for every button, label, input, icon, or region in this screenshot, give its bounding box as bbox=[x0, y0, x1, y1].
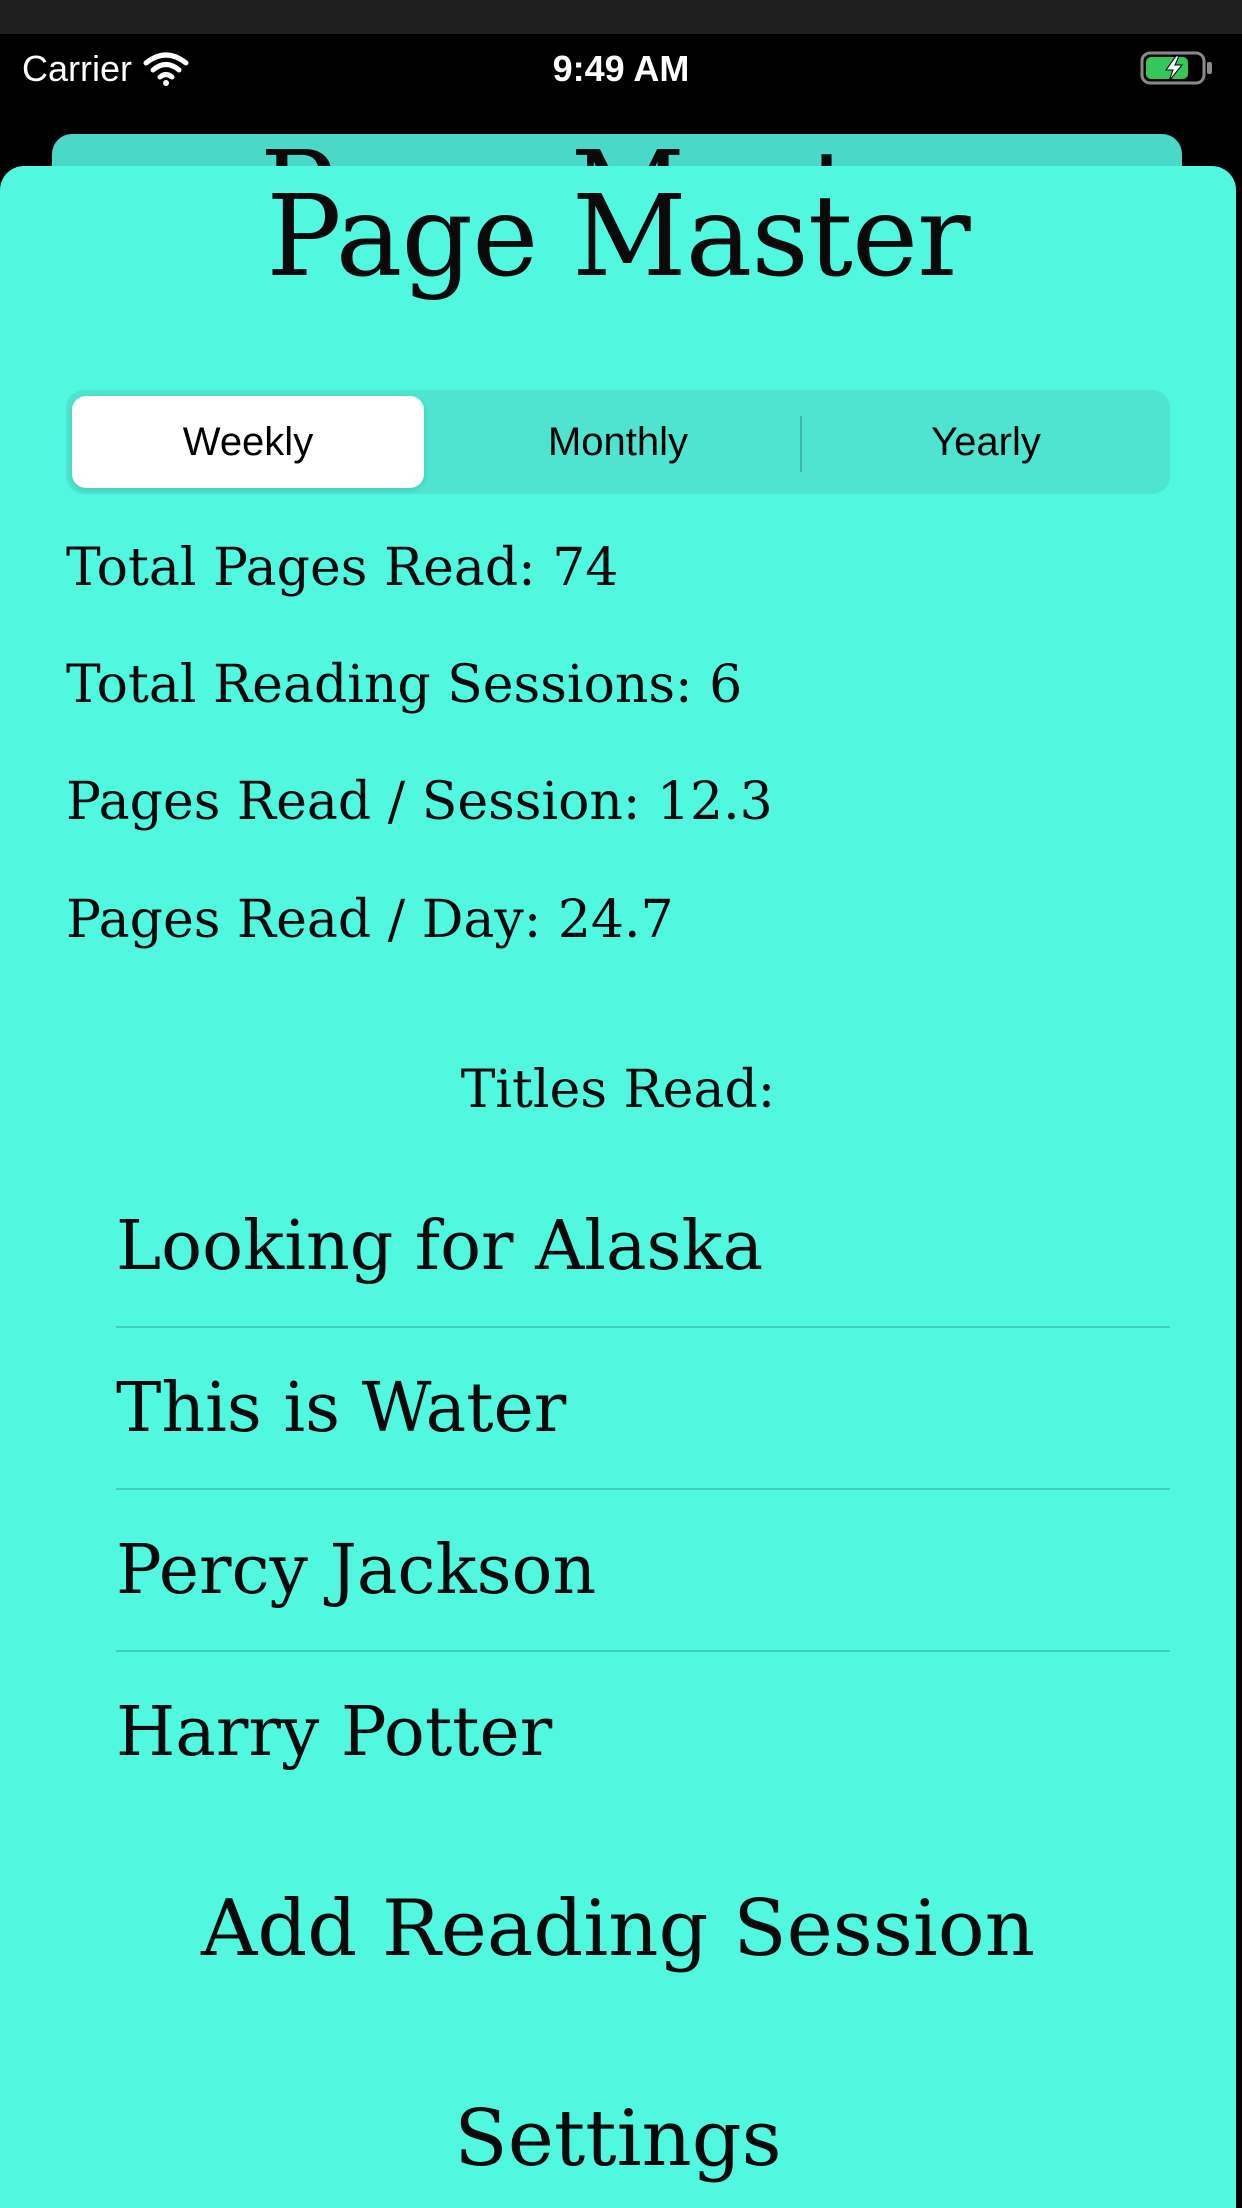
segment-weekly[interactable]: Weekly bbox=[72, 396, 424, 488]
titles-list: Looking for Alaska This is Water Percy J… bbox=[116, 1166, 1170, 1812]
top-strip bbox=[0, 0, 1242, 34]
stat-total-sessions: Total Reading Sessions: 6 bbox=[66, 655, 743, 715]
add-reading-session-button[interactable]: Add Reading Session bbox=[0, 1884, 1236, 1974]
app-title: Page Master bbox=[266, 172, 970, 302]
list-item[interactable]: Harry Potter bbox=[116, 1652, 1170, 1812]
stat-total-pages: Total Pages Read: 74 bbox=[66, 538, 619, 598]
status-bar: Carrier 9:49 AM bbox=[0, 34, 1242, 104]
main-sheet: Page Master Weekly Monthly Yearly Total … bbox=[0, 166, 1236, 2208]
period-segmented-control: Weekly Monthly Yearly bbox=[66, 390, 1170, 494]
stat-pages-per-session: Pages Read / Session: 12.3 bbox=[66, 772, 773, 832]
list-item[interactable]: This is Water bbox=[116, 1328, 1170, 1490]
screen: Carrier 9:49 AM Page Master Page Master … bbox=[0, 0, 1242, 2208]
battery-charging-icon bbox=[1140, 51, 1212, 85]
titles-read-label: Titles Read: bbox=[460, 1060, 776, 1120]
segment-divider bbox=[800, 416, 802, 472]
stat-pages-per-day: Pages Read / Day: 24.7 bbox=[66, 890, 674, 950]
segment-yearly[interactable]: Yearly bbox=[810, 396, 1162, 488]
list-item[interactable]: Looking for Alaska bbox=[116, 1166, 1170, 1328]
status-time: 9:49 AM bbox=[552, 48, 690, 89]
settings-button[interactable]: Settings bbox=[0, 2094, 1236, 2184]
segment-monthly[interactable]: Monthly bbox=[442, 396, 794, 488]
list-item[interactable]: Percy Jackson bbox=[116, 1490, 1170, 1652]
